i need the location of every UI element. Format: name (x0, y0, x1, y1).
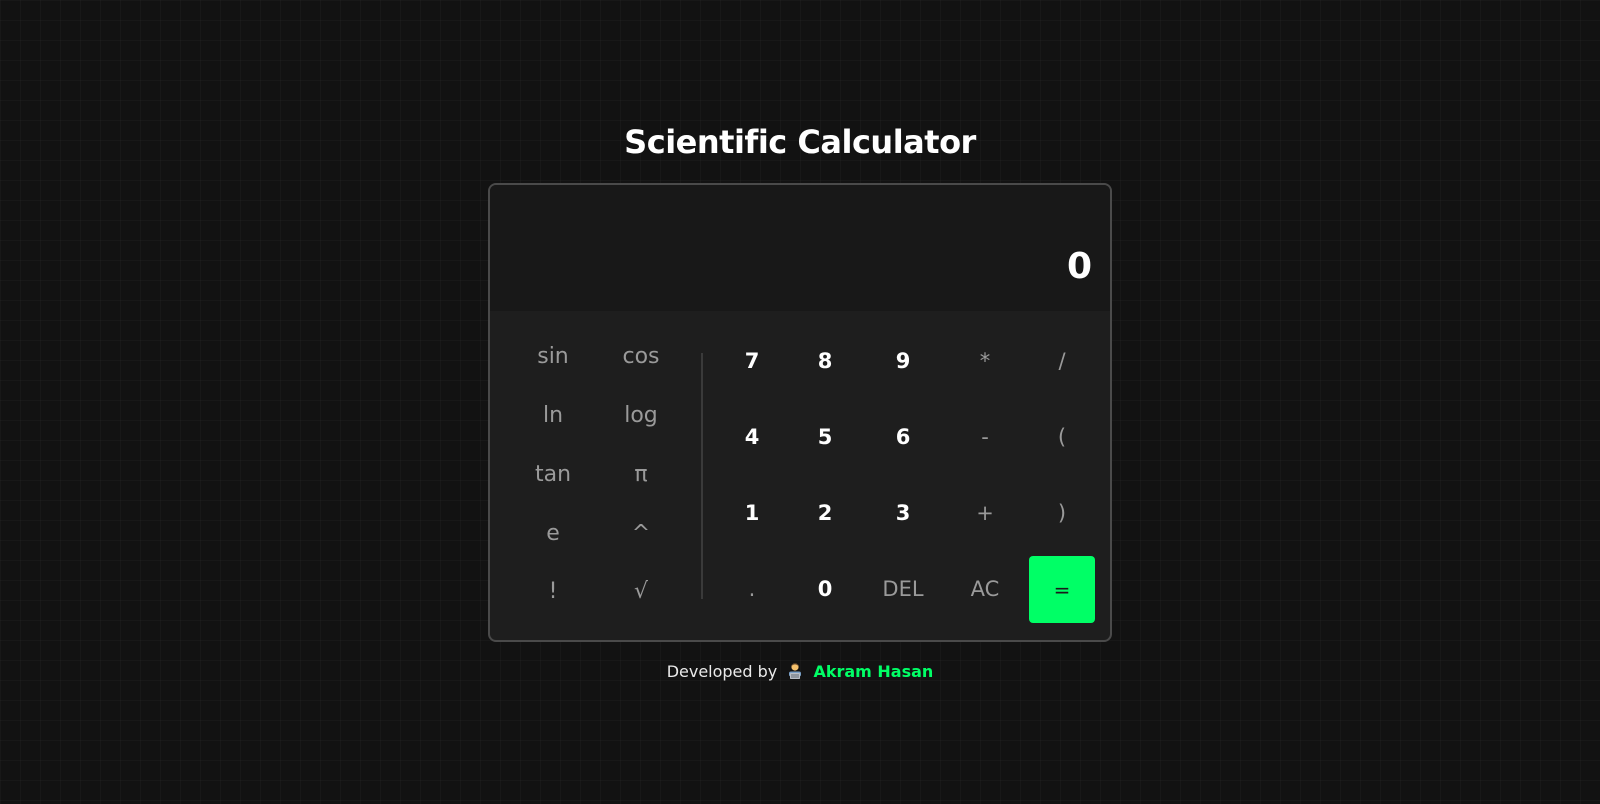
author-link[interactable]: Akram Hasan (813, 662, 933, 681)
digit-0-button[interactable]: 0 (793, 559, 857, 619)
euler-button[interactable]: e (513, 511, 593, 555)
page-title: Scientific Calculator (624, 123, 976, 161)
delete-button[interactable]: DEL (871, 559, 935, 619)
equals-button[interactable]: = (1029, 556, 1095, 623)
digit-8-button[interactable]: 8 (793, 331, 857, 391)
sqrt-button[interactable]: √ (601, 569, 681, 613)
open-paren-button[interactable]: ( (1030, 407, 1094, 467)
factorial-button[interactable]: ! (513, 569, 593, 613)
pi-button[interactable]: π (601, 452, 681, 496)
subtract-button[interactable]: - (953, 407, 1017, 467)
close-paren-button[interactable]: ) (1030, 483, 1094, 543)
keypad: sin cos ln log tan π e ^ ! √ 7 8 9 * / 4… (490, 311, 1110, 640)
digit-9-button[interactable]: 9 (871, 331, 935, 391)
power-button[interactable]: ^ (601, 511, 681, 555)
decimal-button[interactable]: . (720, 559, 784, 619)
footer-credit: Developed by Akram Hasan (0, 660, 1600, 684)
multiply-button[interactable]: * (953, 331, 1017, 391)
footer-prefix: Developed by (666, 662, 778, 681)
divide-button[interactable]: / (1030, 331, 1094, 391)
display-panel: 0 (490, 185, 1110, 311)
display-value: 0 (1066, 246, 1092, 287)
digit-5-button[interactable]: 5 (793, 407, 857, 467)
keypad-divider (701, 353, 703, 599)
digit-7-button[interactable]: 7 (720, 331, 784, 391)
digit-6-button[interactable]: 6 (871, 407, 935, 467)
technologist-icon (786, 662, 804, 680)
sin-button[interactable]: sin (513, 334, 593, 378)
digit-4-button[interactable]: 4 (720, 407, 784, 467)
add-button[interactable]: + (953, 483, 1017, 543)
ln-button[interactable]: ln (513, 393, 593, 437)
cos-button[interactable]: cos (601, 334, 681, 378)
tan-button[interactable]: tan (513, 452, 593, 496)
all-clear-button[interactable]: AC (953, 559, 1017, 619)
digit-2-button[interactable]: 2 (793, 483, 857, 543)
digit-1-button[interactable]: 1 (720, 483, 784, 543)
digit-3-button[interactable]: 3 (871, 483, 935, 543)
log-button[interactable]: log (601, 393, 681, 437)
calculator: 0 sin cos ln log tan π e ^ ! √ 7 8 9 * /… (488, 183, 1112, 642)
